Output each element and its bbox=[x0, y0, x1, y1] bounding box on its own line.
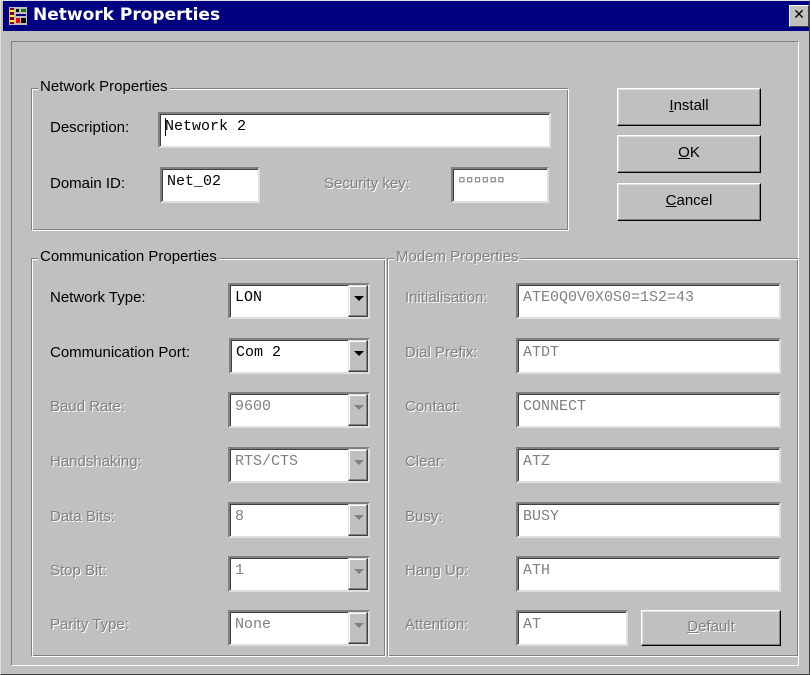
handshaking-select[interactable]: RTS/CTS bbox=[228, 447, 370, 483]
communication-port-label: Communication Port: bbox=[50, 344, 191, 361]
data-bits-select[interactable]: 8 bbox=[228, 502, 370, 538]
chevron-down-icon bbox=[354, 623, 364, 628]
dial-prefix-input[interactable]: ATDT bbox=[516, 338, 781, 374]
hang-up-input[interactable]: ATH bbox=[516, 556, 781, 592]
modem-properties-legend: Modem Properties bbox=[394, 248, 521, 265]
chevron-down-icon bbox=[354, 569, 364, 574]
chevron-down-icon bbox=[354, 405, 364, 410]
initialisation-label: Initialisation: bbox=[405, 289, 488, 306]
handshaking-label: Handshaking: bbox=[50, 453, 142, 470]
initialisation-input[interactable]: ATE0Q0V0X0S0=1S2=43 bbox=[516, 283, 781, 319]
parity-type-dropdown-button[interactable] bbox=[348, 612, 368, 644]
network-properties-legend: Network Properties bbox=[38, 78, 170, 95]
stop-bit-dropdown-button[interactable] bbox=[348, 558, 368, 590]
data-bits-label: Data Bits: bbox=[50, 508, 116, 525]
communication-properties-legend: Communication Properties bbox=[38, 248, 219, 265]
close-button[interactable]: ✕ bbox=[789, 5, 809, 27]
security-key-input[interactable]: ¤¤¤¤¤¤ bbox=[451, 167, 549, 203]
communication-port-select[interactable]: Com 2 bbox=[229, 338, 370, 374]
chevron-down-icon bbox=[354, 351, 364, 356]
network-type-select[interactable]: LON bbox=[228, 283, 370, 319]
baud-rate-label: Baud Rate: bbox=[50, 398, 126, 415]
dial-prefix-label: Dial Prefix: bbox=[405, 344, 478, 361]
contact-input[interactable]: CONNECT bbox=[516, 392, 781, 428]
description-input[interactable]: Network 2 bbox=[158, 112, 551, 148]
close-icon: ✕ bbox=[793, 7, 805, 23]
network-type-dropdown-button[interactable] bbox=[348, 285, 368, 317]
network-properties-group: Network Properties bbox=[31, 78, 569, 231]
chevron-down-icon bbox=[354, 296, 364, 301]
security-key-label: Security key: bbox=[324, 175, 410, 192]
chevron-down-icon bbox=[354, 515, 364, 520]
stop-bit-label: Stop Bit: bbox=[50, 562, 107, 579]
attention-input[interactable]: AT bbox=[516, 610, 628, 646]
install-button[interactable]: Install bbox=[617, 88, 761, 126]
clear-input[interactable]: ATZ bbox=[516, 447, 781, 483]
network-type-label: Network Type: bbox=[50, 289, 146, 306]
description-label: Description: bbox=[50, 119, 130, 136]
parity-type-label: Parity Type: bbox=[50, 616, 129, 633]
clear-label: Clear: bbox=[405, 453, 446, 470]
chevron-down-icon bbox=[354, 460, 364, 465]
window-title: Network Properties bbox=[33, 5, 221, 25]
baud-rate-dropdown-button[interactable] bbox=[348, 394, 368, 426]
hang-up-label: Hang Up: bbox=[405, 562, 469, 579]
busy-label: Busy: bbox=[405, 508, 443, 525]
network-properties-dialog: Network Properties ✕ Network Properties … bbox=[0, 0, 810, 675]
data-bits-dropdown-button[interactable] bbox=[348, 504, 368, 536]
communication-port-dropdown-button[interactable] bbox=[348, 340, 368, 372]
attention-label: Attention: bbox=[405, 616, 469, 633]
domain-id-input[interactable]: Net_02 bbox=[160, 167, 260, 203]
baud-rate-select[interactable]: 9600 bbox=[228, 392, 370, 428]
default-button[interactable]: Default bbox=[641, 610, 781, 646]
domain-id-label: Domain ID: bbox=[50, 175, 126, 192]
handshaking-dropdown-button[interactable] bbox=[348, 449, 368, 481]
text-caret bbox=[165, 118, 166, 136]
title-bar[interactable]: Network Properties ✕ bbox=[3, 1, 809, 31]
contact-label: Contact: bbox=[405, 398, 461, 415]
ok-button[interactable]: OK bbox=[617, 135, 761, 173]
app-icon bbox=[9, 7, 27, 25]
stop-bit-select[interactable]: 1 bbox=[228, 556, 370, 592]
busy-input[interactable]: BUSY bbox=[516, 502, 781, 538]
cancel-button[interactable]: Cancel bbox=[617, 183, 761, 221]
parity-type-select[interactable]: None bbox=[228, 610, 370, 646]
